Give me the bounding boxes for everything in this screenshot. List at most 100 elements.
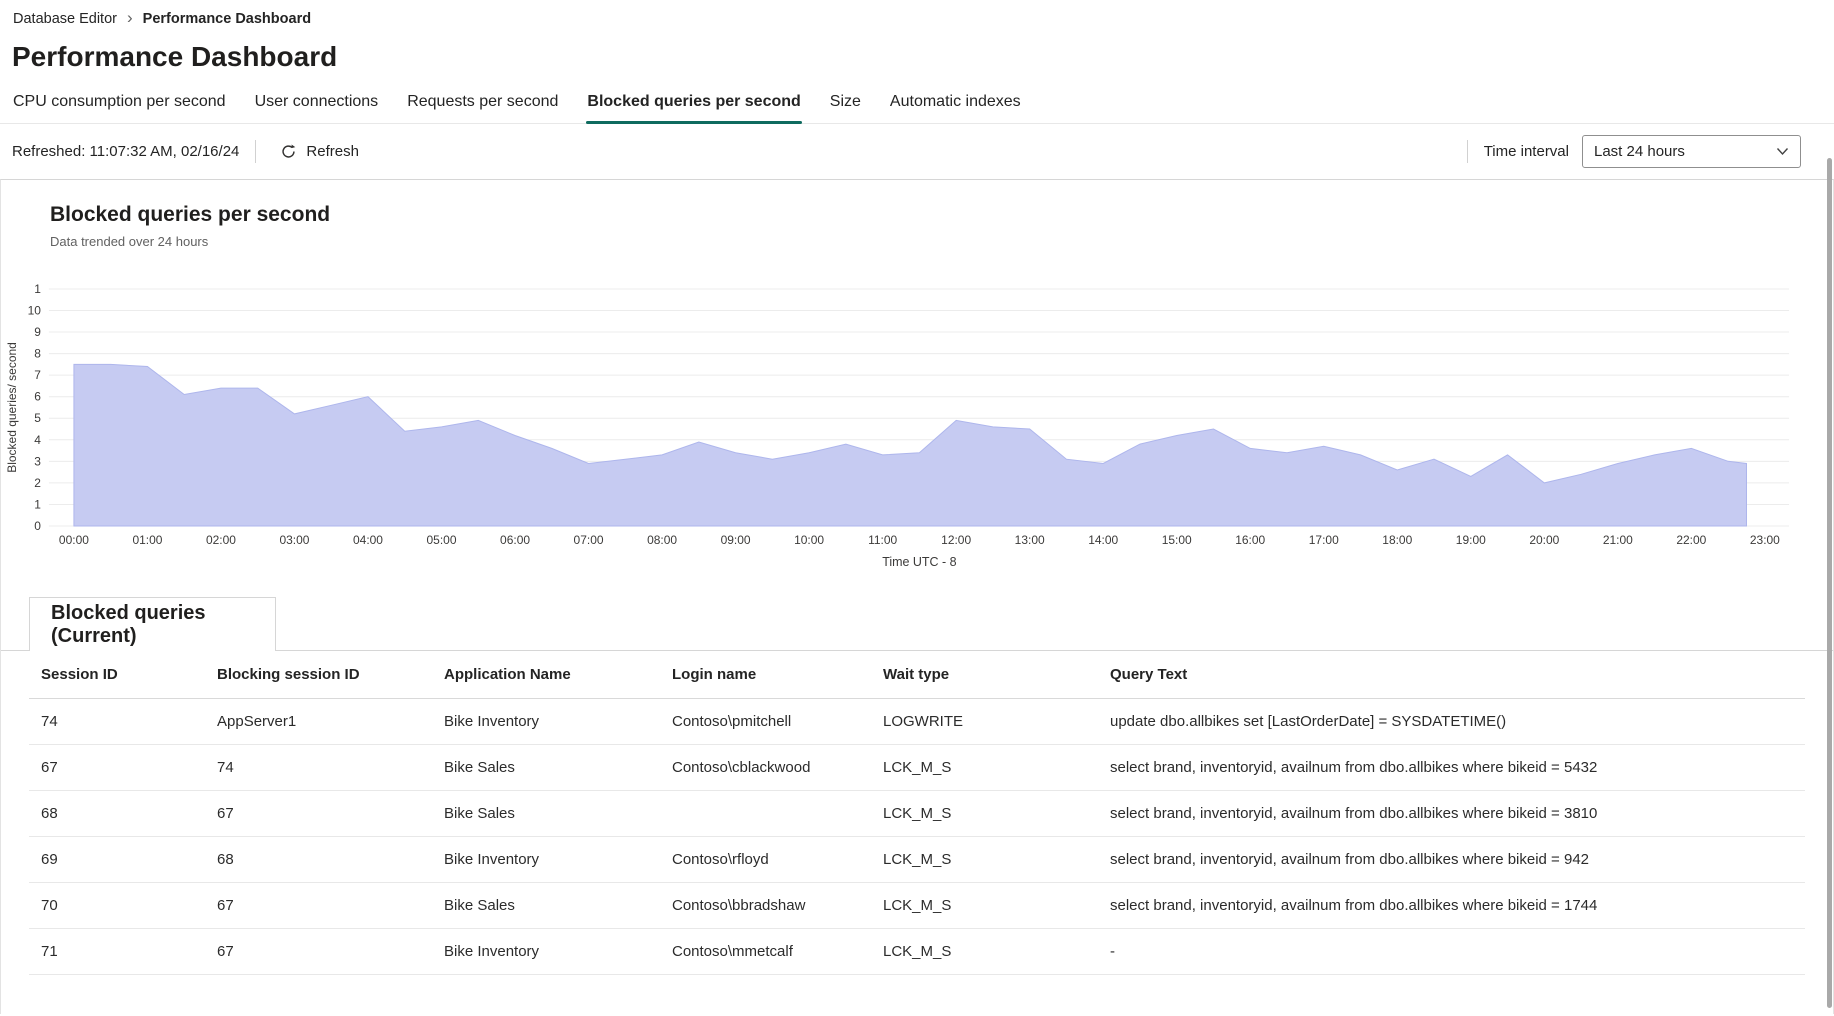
page-title: Performance Dashboard	[12, 41, 338, 72]
table-cell: update dbo.allbikes set [LastOrderDate] …	[1110, 698, 1805, 745]
table-cell: 70	[29, 882, 217, 929]
tab-user-connections[interactable]: User connections	[254, 91, 380, 123]
table-cell: 69	[29, 836, 217, 883]
table-cell: Contoso\pmitchell	[672, 698, 883, 745]
table-cell: LCK_M_S	[883, 928, 1110, 975]
svg-text:16:00: 16:00	[1235, 533, 1265, 547]
breadcrumb-item-performance-dashboard[interactable]: Performance Dashboard	[143, 11, 311, 27]
table-cell: select brand, inventoryid, availnum from…	[1110, 790, 1805, 837]
table-row: 74 AppServer1 Bike Inventory Contoso\pmitch…	[29, 698, 1805, 745]
tab-size[interactable]: Size	[829, 91, 862, 123]
chevron-down-icon	[1776, 147, 1789, 156]
table-cell: 74	[29, 698, 217, 745]
chart-subtitle: Data trended over 24 hours	[50, 234, 209, 249]
refreshed-timestamp: Refreshed: 11:07:32 AM, 02/16/24	[12, 143, 240, 160]
column-header-login-name: Login name	[672, 651, 883, 699]
table-cell: 68	[29, 790, 217, 837]
table-cell: 74	[217, 744, 444, 791]
svg-text:04:00: 04:00	[353, 533, 383, 547]
svg-text:12:00: 12:00	[941, 533, 971, 547]
table-cell: LCK_M_S	[883, 744, 1110, 791]
svg-text:20:00: 20:00	[1529, 533, 1559, 547]
column-header-query-text: Query Text	[1110, 651, 1805, 699]
svg-text:1: 1	[34, 497, 41, 511]
svg-text:10:00: 10:00	[794, 533, 824, 547]
svg-text:5: 5	[34, 411, 41, 425]
svg-text:08:00: 08:00	[647, 533, 677, 547]
svg-text:7: 7	[34, 368, 41, 382]
blocked-queries-area-chart: 110987654321000:00 01:00 02:00 03:00 04:00 05…	[5, 282, 1790, 569]
tab-automatic-indexes[interactable]: Automatic indexes	[889, 91, 1022, 123]
column-header-wait-type: Wait type	[883, 651, 1110, 699]
refresh-button[interactable]: Refresh	[272, 138, 367, 165]
svg-text:00:00: 00:00	[59, 533, 89, 547]
svg-text:14:00: 14:00	[1088, 533, 1118, 547]
svg-text:09:00: 09:00	[721, 533, 751, 547]
tab-blocked-queries-per-second[interactable]: Blocked queries per second	[586, 91, 803, 124]
svg-text:01:00: 01:00	[132, 533, 162, 547]
tab-requests-per-second[interactable]: Requests per second	[406, 91, 559, 123]
svg-text:05:00: 05:00	[427, 533, 457, 547]
svg-text:4: 4	[34, 433, 41, 447]
breadcrumb-item-database-editor[interactable]: Database Editor	[13, 11, 117, 27]
svg-text:21:00: 21:00	[1603, 533, 1633, 547]
svg-text:18:00: 18:00	[1382, 533, 1412, 547]
table-row: 71 67 Bike Inventory Contoso\mmetcalf LCK_M_…	[29, 928, 1805, 975]
table-cell: Bike Inventory	[444, 836, 672, 883]
table-cell: 67	[29, 744, 217, 791]
table-cell: 67	[217, 790, 444, 837]
table-cell: select brand, inventoryid, availnum from…	[1110, 744, 1805, 791]
table-cell: LOGWRITE	[883, 698, 1110, 745]
table-cell: 68	[217, 836, 444, 883]
table-cell	[672, 790, 883, 837]
table-body: 74 AppServer1 Bike Inventory Contoso\pmitch…	[29, 698, 1805, 975]
toolbar-divider	[1466, 140, 1468, 163]
svg-text:13:00: 13:00	[1015, 533, 1045, 547]
blocked-queries-current-tab[interactable]: Blocked queries (Current)	[29, 597, 276, 651]
table-cell: AppServer1	[217, 698, 444, 745]
refresh-icon	[280, 143, 297, 160]
svg-text:6: 6	[34, 390, 41, 404]
time-interval-value: Last 24 hours	[1594, 143, 1685, 160]
table-cell: select brand, inventoryid, availnum from…	[1110, 836, 1805, 883]
table-cell: LCK_M_S	[883, 790, 1110, 837]
table-cell: Bike Sales	[444, 882, 672, 929]
svg-text:Blocked queries/ second: Blocked queries/ second	[5, 342, 19, 473]
svg-text:02:00: 02:00	[206, 533, 236, 547]
table-cell: Contoso\rfloyd	[672, 836, 883, 883]
blocked-queries-table: Session ID Blocking session ID Application…	[29, 651, 1805, 975]
content-panel: Blocked queries per second Data trended …	[0, 179, 1834, 1014]
table-row: 68 67 Bike Sales LCK_M_S select brand, inven…	[29, 790, 1805, 837]
table-cell: Contoso\mmetcalf	[672, 928, 883, 975]
table-row: 69 68 Bike Inventory Contoso\rfloyd LCK_M_S s…	[29, 836, 1805, 883]
svg-text:Time UTC - 8: Time UTC - 8	[882, 555, 956, 569]
table-cell: 67	[217, 882, 444, 929]
refresh-button-label: Refresh	[306, 143, 359, 160]
table-cell: Bike Sales	[444, 790, 672, 837]
svg-text:2: 2	[34, 476, 41, 490]
chevron-right-icon: ›	[126, 8, 133, 27]
svg-text:0: 0	[34, 519, 41, 533]
table-cell: Contoso\cblackwood	[672, 744, 883, 791]
time-interval-label: Time interval	[1483, 143, 1569, 160]
table-cell: Bike Inventory	[444, 698, 672, 745]
table-cell: 71	[29, 928, 217, 975]
table-row: 70 67 Bike Sales Contoso\bbradshaw LCK_M_S se…	[29, 882, 1805, 929]
svg-text:10: 10	[28, 303, 42, 317]
svg-text:1: 1	[34, 282, 41, 296]
table-header-row: Session ID Blocking session ID Application…	[29, 651, 1805, 699]
table-cell: -	[1110, 928, 1805, 975]
time-interval-select[interactable]: Last 24 hours	[1582, 135, 1801, 168]
table-cell: select brand, inventoryid, availnum from…	[1110, 882, 1805, 929]
svg-text:17:00: 17:00	[1309, 533, 1339, 547]
vertical-scrollbar[interactable]	[1827, 158, 1832, 1008]
svg-text:19:00: 19:00	[1456, 533, 1486, 547]
svg-text:06:00: 06:00	[500, 533, 530, 547]
svg-text:23:00: 23:00	[1750, 533, 1780, 547]
tab-cpu-consumption-per-second[interactable]: CPU consumption per second	[12, 91, 227, 123]
toolbar-divider	[255, 140, 257, 163]
toolbar: Refreshed: 11:07:32 AM, 02/16/24 Refresh…	[0, 124, 1834, 179]
table-cell: Contoso\bbradshaw	[672, 882, 883, 929]
svg-text:03:00: 03:00	[279, 533, 309, 547]
table-cell: LCK_M_S	[883, 882, 1110, 929]
